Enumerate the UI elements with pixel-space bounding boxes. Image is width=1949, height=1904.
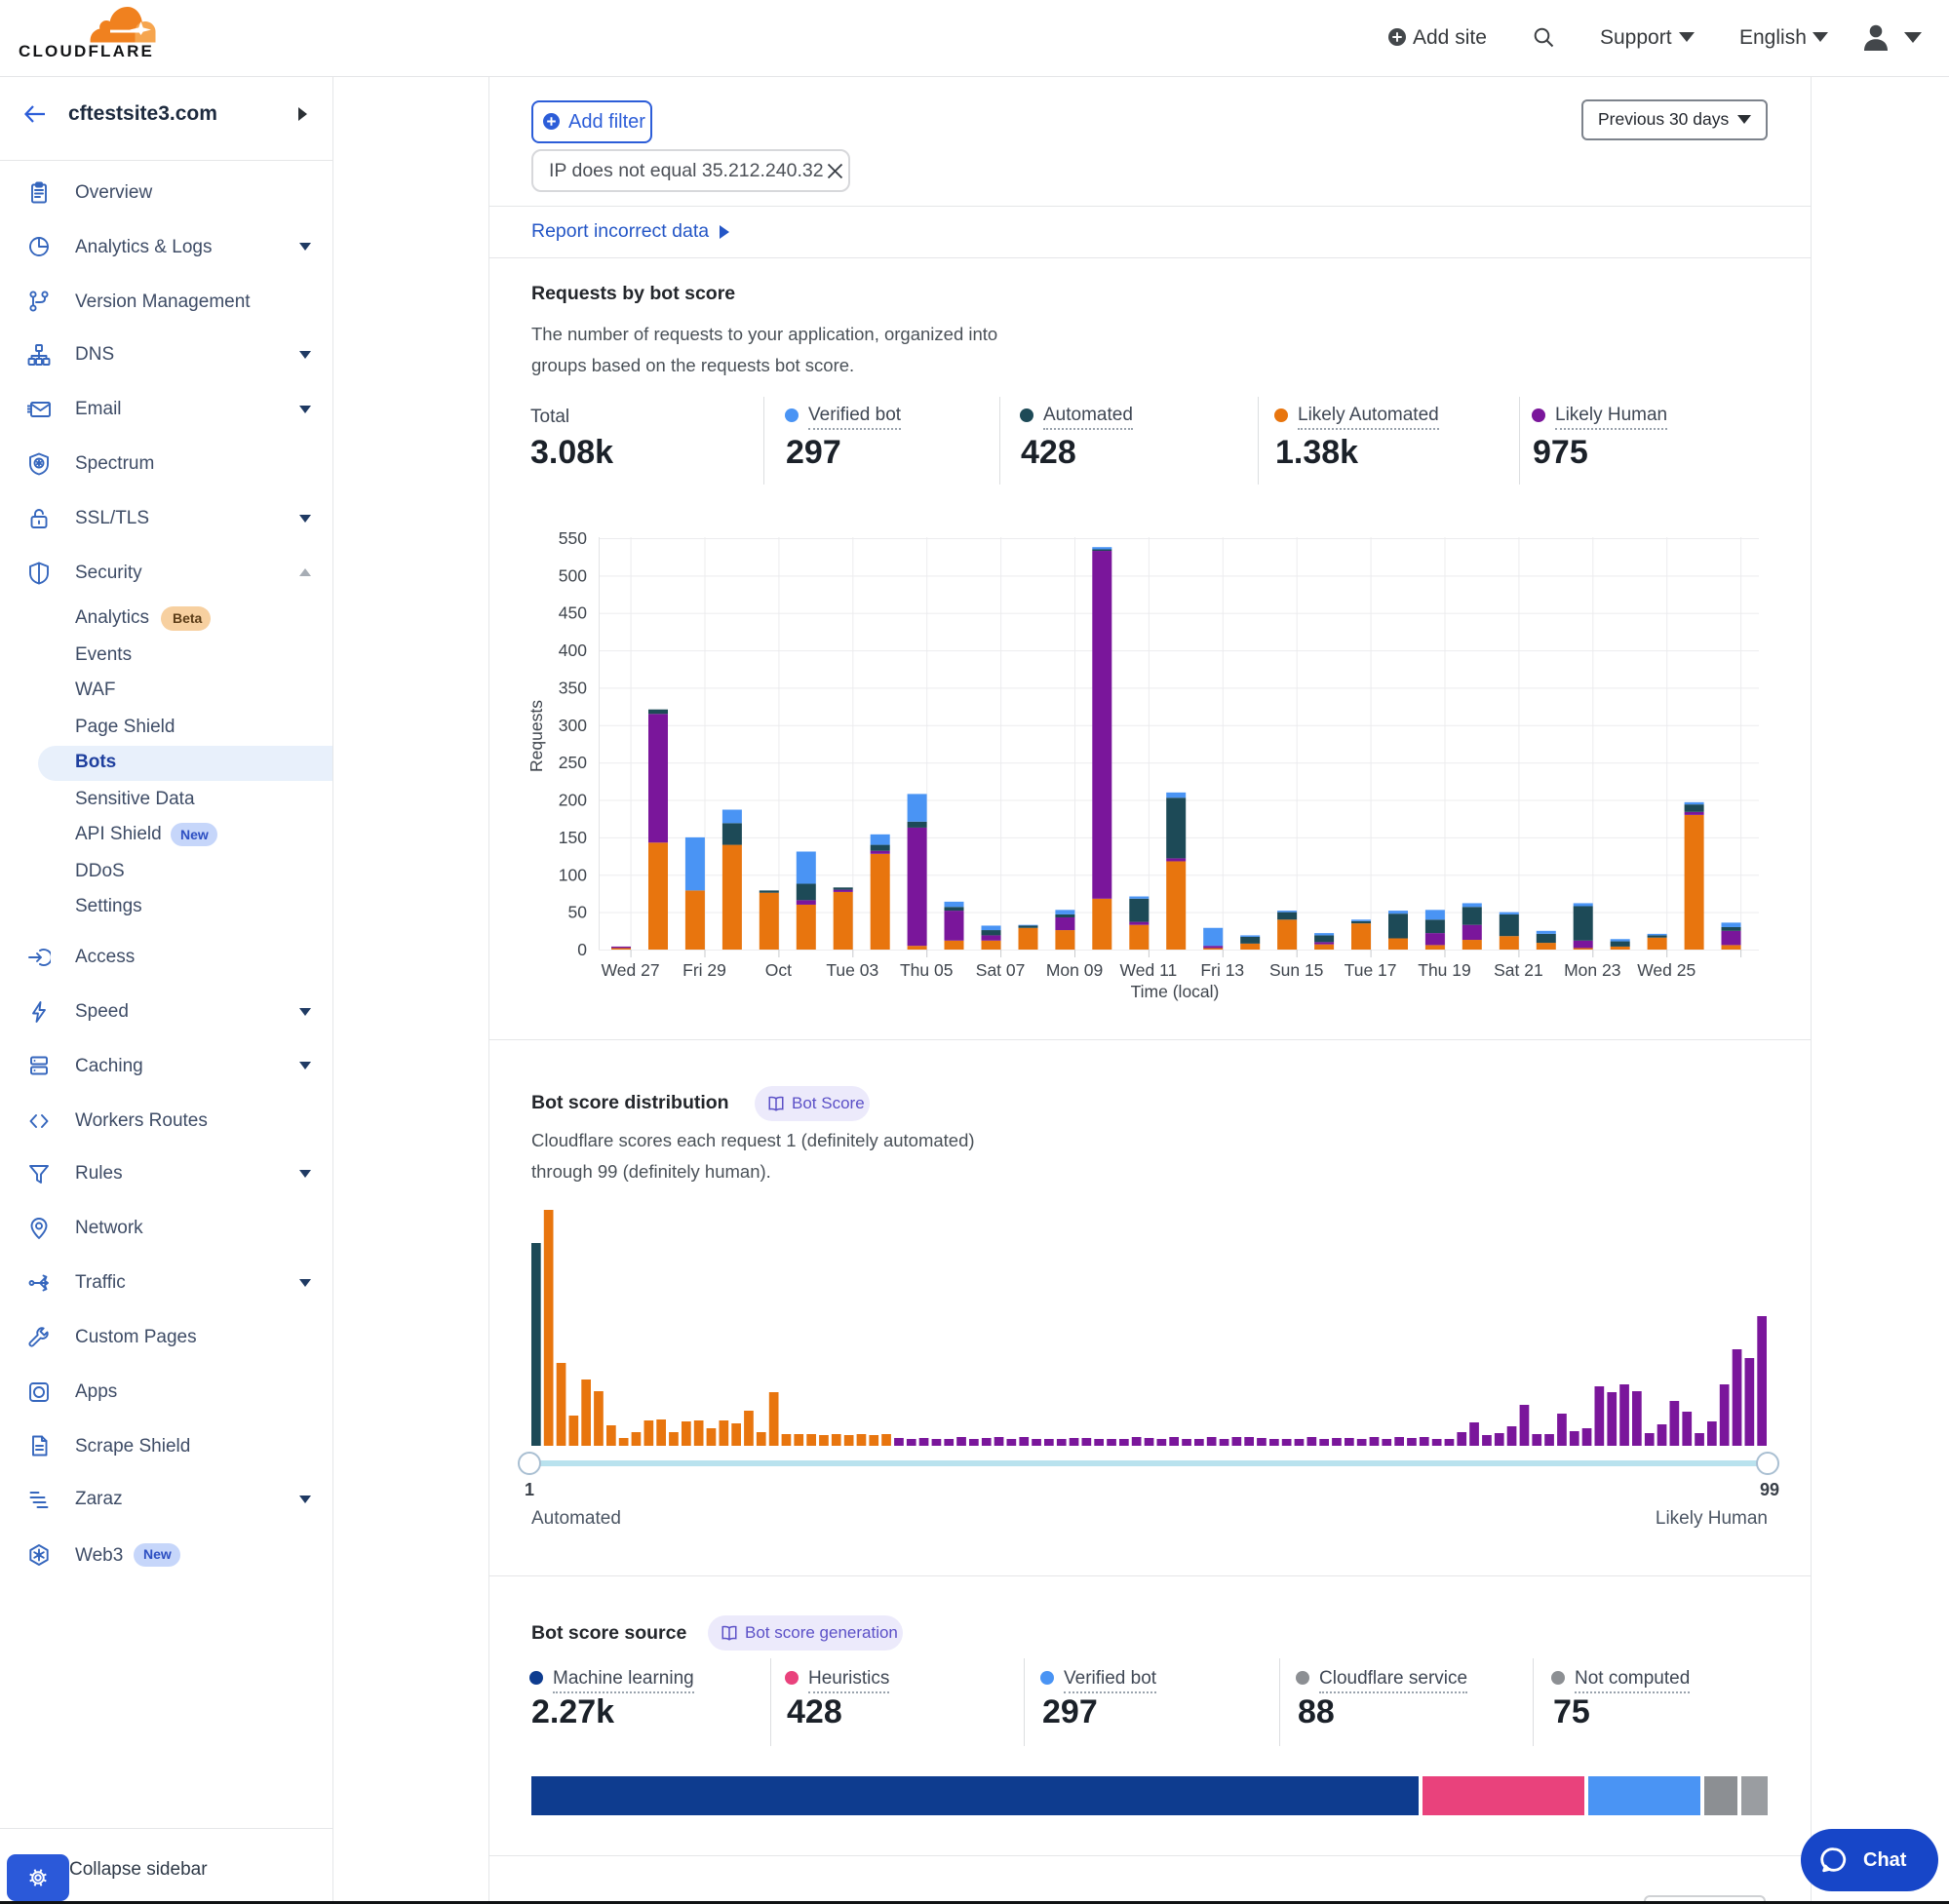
svg-text:100: 100: [559, 865, 587, 884]
svg-text:550: 550: [559, 528, 587, 548]
svg-text:Oct: Oct: [765, 960, 792, 980]
svg-text:250: 250: [559, 753, 587, 772]
svg-text:Sat 21: Sat 21: [1494, 960, 1543, 980]
svg-text:Tue 17: Tue 17: [1345, 960, 1397, 980]
svg-text:Wed 27: Wed 27: [602, 960, 660, 980]
svg-text:Time (local): Time (local): [1131, 982, 1220, 1001]
svg-text:Fri 29: Fri 29: [682, 960, 726, 980]
svg-text:Mon 23: Mon 23: [1564, 960, 1620, 980]
svg-text:50: 50: [568, 903, 588, 922]
svg-text:450: 450: [559, 603, 587, 623]
svg-text:Tue 03: Tue 03: [826, 960, 878, 980]
svg-text:Sun 15: Sun 15: [1269, 960, 1323, 980]
svg-text:Wed 11: Wed 11: [1120, 960, 1178, 980]
svg-text:400: 400: [559, 641, 587, 660]
svg-text:Wed 25: Wed 25: [1637, 960, 1696, 980]
svg-text:0: 0: [577, 940, 587, 959]
svg-text:200: 200: [559, 791, 587, 810]
svg-text:300: 300: [559, 716, 587, 735]
svg-text:Mon 09: Mon 09: [1046, 960, 1103, 980]
svg-text:350: 350: [559, 678, 587, 697]
svg-text:Requests: Requests: [526, 700, 546, 772]
svg-text:Fri 13: Fri 13: [1200, 960, 1244, 980]
svg-text:Thu 19: Thu 19: [1418, 960, 1470, 980]
svg-text:Sat 07: Sat 07: [976, 960, 1026, 980]
svg-text:150: 150: [559, 828, 587, 847]
svg-text:Thu 05: Thu 05: [900, 960, 953, 980]
svg-text:500: 500: [559, 565, 587, 585]
